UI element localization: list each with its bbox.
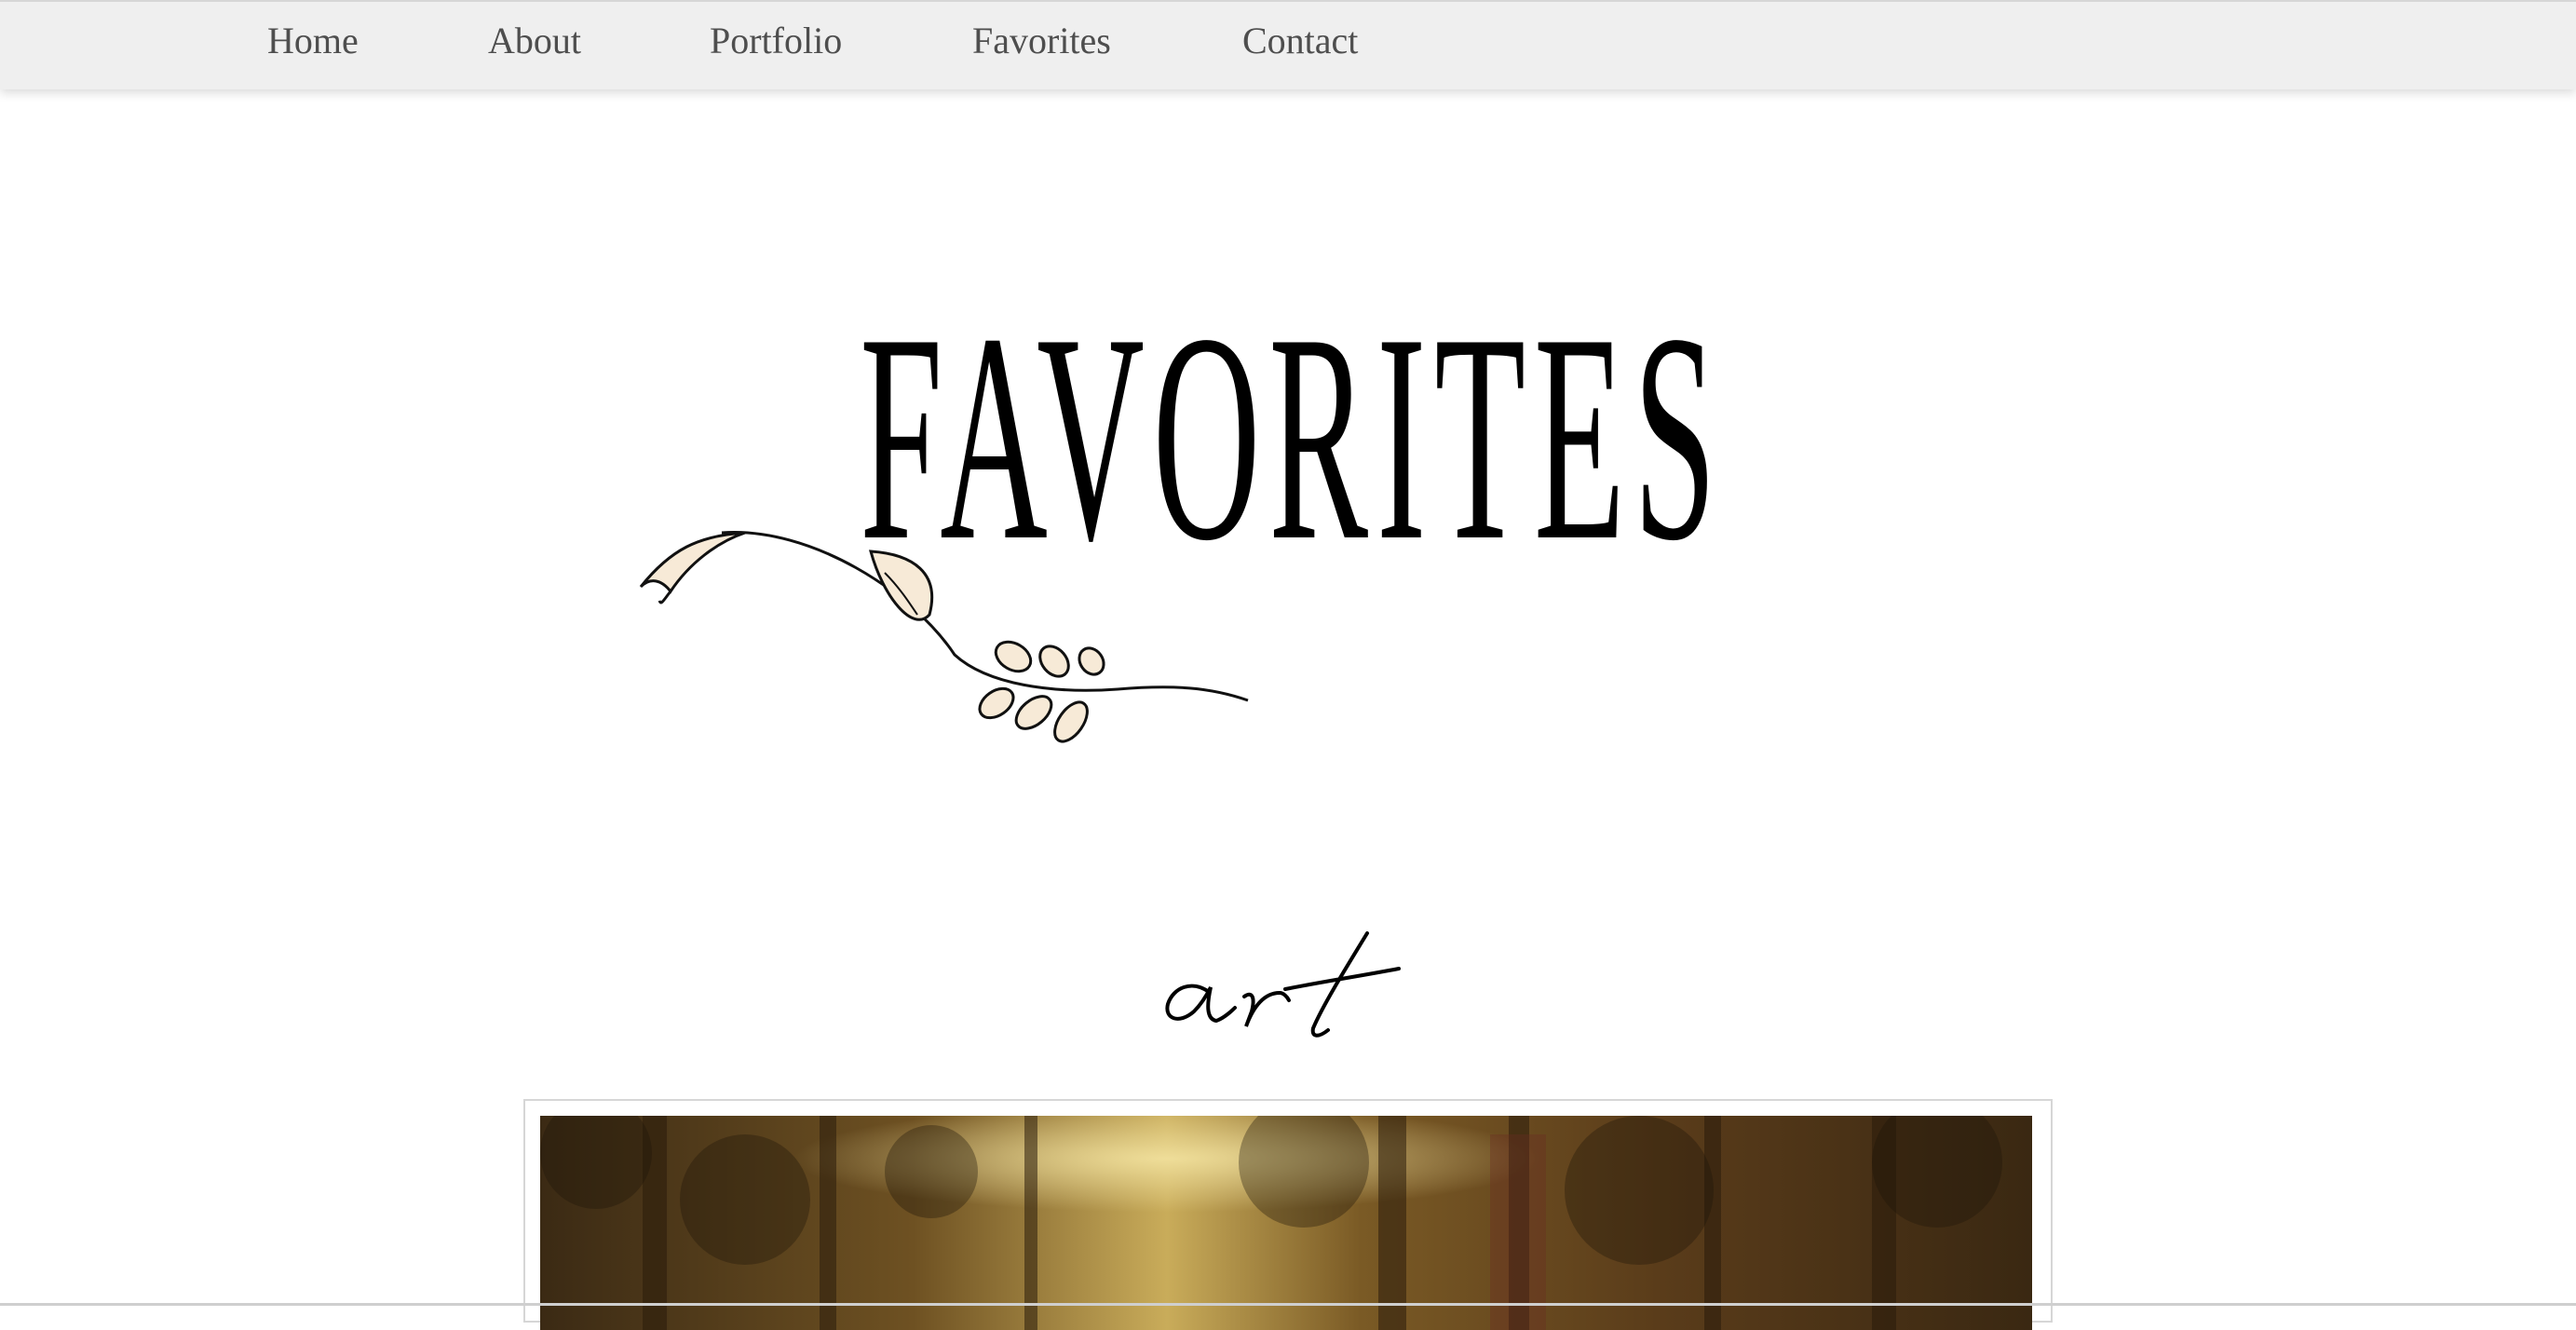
nav-link-portfolio[interactable]: Portfolio: [710, 19, 842, 62]
top-navigation-bar: Home About Portfolio Favorites Contact: [0, 0, 2576, 89]
section-title-text: art: [1155, 922, 1171, 926]
nav-link-home[interactable]: Home: [267, 19, 359, 62]
nav-link-about[interactable]: About: [488, 19, 581, 62]
nav-link-favorites[interactable]: Favorites: [972, 19, 1111, 62]
forest-painting-image[interactable]: [540, 1116, 2032, 1330]
leaf-sprig-decoration: [639, 531, 1249, 743]
section-title-art: art: [1155, 922, 1401, 1038]
artwork-frame: [523, 1099, 2053, 1330]
nav-link-contact[interactable]: Contact: [1242, 19, 1358, 62]
